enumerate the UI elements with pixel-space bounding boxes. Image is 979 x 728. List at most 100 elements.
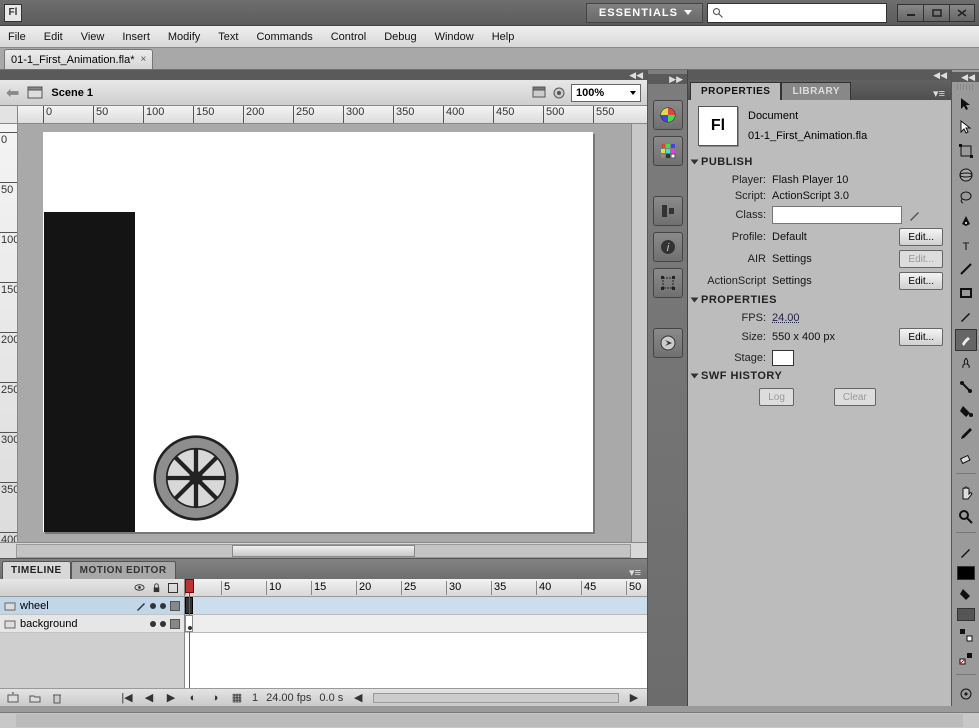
menu-insert[interactable]: Insert [122, 31, 150, 43]
subselection-tool[interactable] [955, 116, 977, 138]
layer-wheel[interactable]: wheel [0, 597, 184, 615]
actions-panel-icon[interactable] [653, 328, 683, 358]
3d-rotation-tool[interactable] [955, 164, 977, 186]
frames-area[interactable]: 15101520253035404550 [185, 579, 647, 688]
selection-tool[interactable] [955, 93, 977, 115]
visible-dot[interactable] [150, 621, 156, 627]
fill-color-tool[interactable] [955, 583, 977, 605]
fps-value[interactable]: 24.00 [772, 312, 800, 324]
stage[interactable] [43, 132, 593, 532]
menu-commands[interactable]: Commands [256, 31, 312, 43]
onion-skin-icon[interactable]: ◐ [186, 691, 200, 705]
edit-multi-icon[interactable]: ▦ [230, 691, 244, 705]
timeline-scrollbar[interactable] [373, 693, 619, 703]
hscrollbar[interactable] [0, 542, 647, 558]
scroll-right-icon[interactable]: ▶ [627, 691, 641, 705]
new-folder-icon[interactable] [28, 691, 42, 705]
fill-color-swatch[interactable] [957, 608, 975, 622]
pencil-tool[interactable] [955, 305, 977, 327]
lock-dot[interactable] [160, 603, 166, 609]
close-button[interactable] [949, 4, 975, 22]
close-tab-icon[interactable]: × [141, 54, 147, 65]
menu-control[interactable]: Control [331, 31, 366, 43]
snap-option-tool[interactable] [955, 684, 977, 706]
stage-collapse-icon[interactable]: ◀◀ [0, 70, 647, 80]
lasso-tool[interactable] [955, 187, 977, 209]
goto-first-icon[interactable]: |◀ [120, 691, 134, 705]
outline-color[interactable] [170, 619, 180, 629]
align-panel-icon[interactable] [653, 196, 683, 226]
hand-tool[interactable] [955, 483, 977, 505]
delete-layer-icon[interactable] [50, 691, 64, 705]
layer-background[interactable]: background [0, 615, 184, 633]
swap-colors-tool[interactable] [955, 624, 977, 646]
stroke-color-tool[interactable] [955, 542, 977, 564]
search-input[interactable] [707, 3, 887, 23]
workspace-switcher[interactable]: ESSENTIALS [586, 3, 703, 23]
zoom-tool[interactable] [955, 506, 977, 528]
no-color-tool[interactable] [955, 648, 977, 670]
step-back-icon[interactable]: ◀ [142, 691, 156, 705]
panel-menu-icon[interactable]: ▾≡ [927, 87, 951, 100]
stroke-color-swatch[interactable] [957, 566, 975, 580]
paint-bucket-tool[interactable] [955, 400, 977, 422]
info-panel-icon[interactable]: i [653, 232, 683, 262]
app-hscrollbar[interactable] [0, 712, 979, 728]
color-panel-icon[interactable] [653, 100, 683, 130]
minimize-button[interactable] [897, 4, 923, 22]
panel-collapse-icon[interactable]: ◀◀ [688, 70, 951, 80]
swatches-panel-icon[interactable] [653, 136, 683, 166]
eraser-tool[interactable] [955, 447, 977, 469]
section-publish[interactable]: PUBLISH [692, 156, 943, 168]
pencil-icon[interactable] [908, 208, 922, 222]
maximize-button[interactable] [923, 4, 949, 22]
lock-icon[interactable] [151, 582, 162, 593]
step-forward-icon[interactable]: ▶ [164, 691, 178, 705]
menu-view[interactable]: View [81, 31, 105, 43]
menu-help[interactable]: Help [492, 31, 515, 43]
menu-debug[interactable]: Debug [384, 31, 416, 43]
bone-tool[interactable] [955, 376, 977, 398]
menu-text[interactable]: Text [218, 31, 238, 43]
menu-edit[interactable]: Edit [44, 31, 63, 43]
wheel-symbol[interactable] [153, 435, 239, 521]
transform-panel-icon[interactable] [653, 268, 683, 298]
tab-timeline[interactable]: TIMELINE [2, 561, 71, 579]
scroll-left-icon[interactable]: ◀ [351, 691, 365, 705]
eyedropper-tool[interactable] [955, 423, 977, 445]
stage-area[interactable] [18, 124, 631, 542]
outline-color[interactable] [170, 601, 180, 611]
menu-modify[interactable]: Modify [168, 31, 200, 43]
menu-file[interactable]: File [8, 31, 26, 43]
visible-dot[interactable] [150, 603, 156, 609]
vscrollbar[interactable] [631, 124, 647, 542]
stage-color-swatch[interactable] [772, 350, 794, 366]
edit-symbol-icon[interactable] [551, 85, 567, 101]
frame-ruler[interactable]: 15101520253035404550 [185, 579, 647, 597]
brush-tool[interactable] [955, 329, 977, 351]
free-transform-tool[interactable] [955, 140, 977, 162]
document-tab[interactable]: 01-1_First_Animation.fla* × [4, 49, 153, 69]
menu-window[interactable]: Window [435, 31, 474, 43]
tools-collapse-icon[interactable]: ◀◀ [952, 72, 979, 82]
onion-outline-icon[interactable]: ◑ [208, 691, 222, 705]
deco-tool[interactable] [955, 353, 977, 375]
section-swf-history[interactable]: SWF HISTORY [692, 370, 943, 382]
new-layer-icon[interactable]: + [6, 691, 20, 705]
eye-icon[interactable] [134, 582, 145, 593]
as-edit-button[interactable]: Edit... [899, 272, 943, 290]
tab-properties[interactable]: PROPERTIES [690, 82, 781, 100]
rectangle-tool[interactable] [955, 282, 977, 304]
size-edit-button[interactable]: Edit... [899, 328, 943, 346]
text-tool[interactable]: T [955, 235, 977, 257]
pen-tool[interactable] [955, 211, 977, 233]
zoom-select[interactable]: 100% [571, 84, 641, 102]
playhead[interactable] [185, 579, 194, 688]
profile-edit-button[interactable]: Edit... [899, 228, 943, 246]
panel-menu-icon[interactable]: ▾≡ [629, 566, 647, 579]
section-properties[interactable]: PROPERTIES [692, 294, 943, 306]
back-arrow-icon[interactable]: ⬅ [6, 83, 19, 103]
lock-dot[interactable] [160, 621, 166, 627]
tab-motion-editor[interactable]: MOTION EDITOR [71, 561, 176, 579]
tab-library[interactable]: LIBRARY [781, 82, 851, 100]
